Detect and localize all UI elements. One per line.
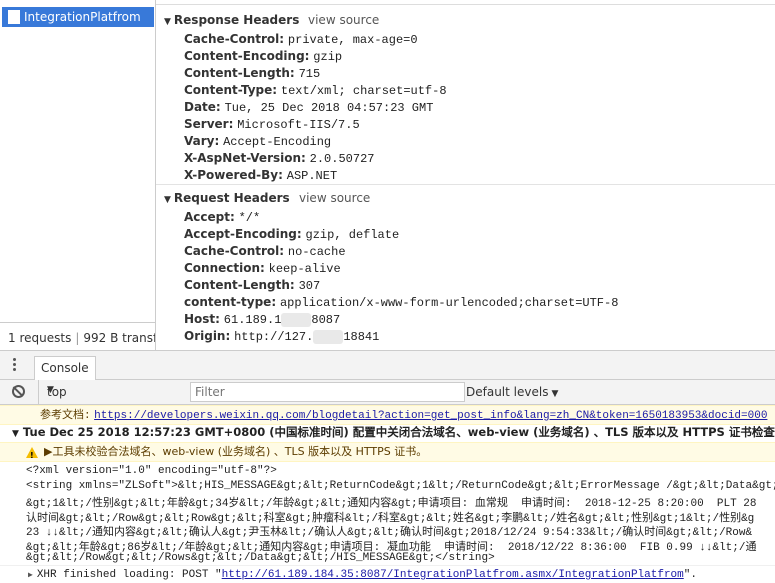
- request-headers-toggle[interactable]: ▼ Request Headers: [164, 191, 290, 205]
- header-key: Cache-Control:: [184, 32, 285, 46]
- header-key: Origin:: [184, 329, 231, 343]
- header-value: 2.0.50727: [309, 152, 375, 166]
- header-row: Vary: Accept-Encoding: [184, 134, 331, 149]
- header-row: Accept-Encoding: gzip, deflate: [184, 227, 399, 242]
- header-value-tail: 8087: [311, 313, 341, 327]
- header-value: Tue, 25 Dec 2018 04:57:23 GMT: [224, 101, 434, 115]
- xml-line: &gt;&lt;/Row&gt;&lt;/Rows&gt;&lt;/Data&g…: [26, 552, 495, 564]
- header-key: Vary:: [184, 134, 220, 148]
- dropdown-arrow-icon: ▼: [47, 385, 54, 395]
- header-row: Accept: */*: [184, 210, 260, 225]
- header-key: Host:: [184, 312, 220, 326]
- request-view-source-link[interactable]: view source: [299, 191, 370, 205]
- header-row: Date: Tue, 25 Dec 2018 04:57:23 GMT: [184, 100, 433, 115]
- tab-console[interactable]: Console: [34, 356, 96, 380]
- context-selector[interactable]: top ▼: [38, 380, 179, 404]
- header-value: no-cache: [287, 245, 346, 259]
- log-levels-dropdown[interactable]: Default levels ▼: [466, 385, 558, 399]
- console-group-header[interactable]: ▼ Tue Dec 25 2018 12:57:23 GMT+0800 (中国标准…: [0, 423, 775, 441]
- warning-text: ▶工具未校验合法域名、web-view (业务域名) 、TLS 版本以及 HTT…: [44, 445, 428, 458]
- xml-line: <string xmlns="ZLSoft">&lt;HIS_MESSAGE&g…: [26, 479, 775, 492]
- header-row: Content-Length: 715: [184, 66, 320, 81]
- request-list: IntegrationPlatfrom 1 requests | 992 B tra…: [0, 0, 156, 350]
- header-key: Content-Length:: [184, 278, 295, 292]
- header-value: 715: [298, 67, 321, 81]
- file-icon: [8, 10, 20, 24]
- redacted-blur: [281, 312, 312, 327]
- header-value: ASP.NET: [286, 169, 338, 183]
- response-view-source-link[interactable]: view source: [308, 13, 379, 27]
- header-key: Cache-Control:: [184, 244, 285, 258]
- header-row: Connection: keep-alive: [184, 261, 341, 276]
- header-row: Cache-Control: private, max-age=0: [184, 32, 418, 47]
- header-row: content-type: application/x-www-form-url…: [184, 295, 618, 310]
- header-value-tail: 18841: [343, 330, 380, 344]
- header-value: application/x-www-form-urlencoded;charse…: [279, 296, 619, 310]
- header-row: Content-Type: text/xml; charset=utf-8: [184, 83, 447, 98]
- header-value: Microsoft-IIS/7.5: [237, 118, 360, 132]
- dropdown-arrow-icon: ▼: [551, 389, 559, 399]
- header-row: Cache-Control: no-cache: [184, 244, 346, 259]
- console-message-reference: 参考文档: https://developers.weixin.qq.com/b…: [0, 405, 775, 425]
- header-key: content-type:: [184, 295, 277, 309]
- triangle-down-icon: ▼: [164, 17, 171, 27]
- header-value: http://127.: [234, 330, 314, 344]
- header-key: Content-Type:: [184, 83, 278, 97]
- warning-icon: [26, 446, 38, 465]
- header-value: keep-alive: [268, 262, 341, 276]
- header-row: Host: 61.189.1 8087: [184, 312, 340, 327]
- header-row: X-AspNet-Version: 2.0.50727: [184, 151, 374, 166]
- header-row: Content-Length: 307: [184, 278, 320, 293]
- transferred-size: 992 B transf...: [83, 331, 155, 345]
- header-key: Server:: [184, 117, 234, 131]
- reference-link[interactable]: https://developers.weixin.qq.com/blogdet…: [94, 410, 767, 422]
- xhr-finished-message: ▶ XHR finished loading: POST "http://61.1…: [0, 565, 775, 583]
- header-key: Accept-Encoding:: [184, 227, 302, 241]
- header-value: 61.189.1: [223, 313, 282, 327]
- triangle-down-icon: ▼: [12, 429, 19, 439]
- drawer-tabbar: Console: [0, 351, 775, 380]
- header-value: 307: [298, 279, 321, 293]
- header-key: Content-Encoding:: [184, 49, 310, 63]
- reference-label: 参考文档:: [40, 410, 91, 422]
- header-value: private, max-age=0: [287, 33, 418, 47]
- header-row: X-Powered-By: ASP.NET: [184, 168, 337, 183]
- console-output: 参考文档: https://developers.weixin.qq.com/b…: [0, 405, 775, 583]
- header-value: text/xml; charset=utf-8: [280, 84, 447, 98]
- more-menu-icon[interactable]: [12, 357, 18, 373]
- header-row: Server: Microsoft-IIS/7.5: [184, 117, 360, 132]
- header-key: Accept:: [184, 210, 235, 224]
- header-value: Accept-Encoding: [223, 135, 332, 149]
- xhr-url-link[interactable]: http://61.189.184.35:8087/IntegrationPla…: [222, 569, 684, 581]
- triangle-down-icon: ▼: [164, 195, 171, 205]
- request-count: 1 requests: [8, 331, 72, 345]
- header-key: X-AspNet-Version:: [184, 151, 306, 165]
- header-value: gzip, deflate: [305, 228, 400, 242]
- triangle-right-icon[interactable]: ▶: [28, 571, 33, 580]
- header-key: X-Powered-By:: [184, 168, 283, 182]
- clear-console-icon[interactable]: [12, 385, 25, 398]
- header-key: Content-Length:: [184, 66, 295, 80]
- filter-input[interactable]: [190, 382, 465, 402]
- network-summary: 1 requests|992 B transf...: [0, 322, 155, 350]
- request-name: IntegrationPlatfrom: [24, 10, 141, 24]
- console-toolbar: top ▼ Default levels▼: [0, 380, 775, 405]
- headers-pane: ▼ Response Headers view source Cache-Cont…: [156, 0, 775, 350]
- header-value: */*: [238, 211, 261, 225]
- console-warning[interactable]: ▶工具未校验合法域名、web-view (业务域名) 、TLS 版本以及 HTT…: [0, 442, 775, 465]
- network-panel: IntegrationPlatfrom 1 requests | 992 B tra…: [0, 0, 775, 350]
- header-row: Content-Encoding: gzip: [184, 49, 342, 64]
- redacted-blur: [313, 329, 344, 344]
- console-drawer: Console top ▼ Default levels▼ 参考文档: http…: [0, 350, 775, 583]
- header-row: Origin: http://127. 18841: [184, 329, 379, 344]
- request-item-integrationplatfrom[interactable]: IntegrationPlatfrom: [2, 7, 154, 27]
- response-headers-toggle[interactable]: ▼ Response Headers: [164, 13, 299, 27]
- xml-line: <?xml version="1.0" encoding="utf-8"?>: [26, 465, 277, 477]
- header-key: Date:: [184, 100, 221, 114]
- header-value: gzip: [313, 50, 343, 64]
- header-key: Connection:: [184, 261, 265, 275]
